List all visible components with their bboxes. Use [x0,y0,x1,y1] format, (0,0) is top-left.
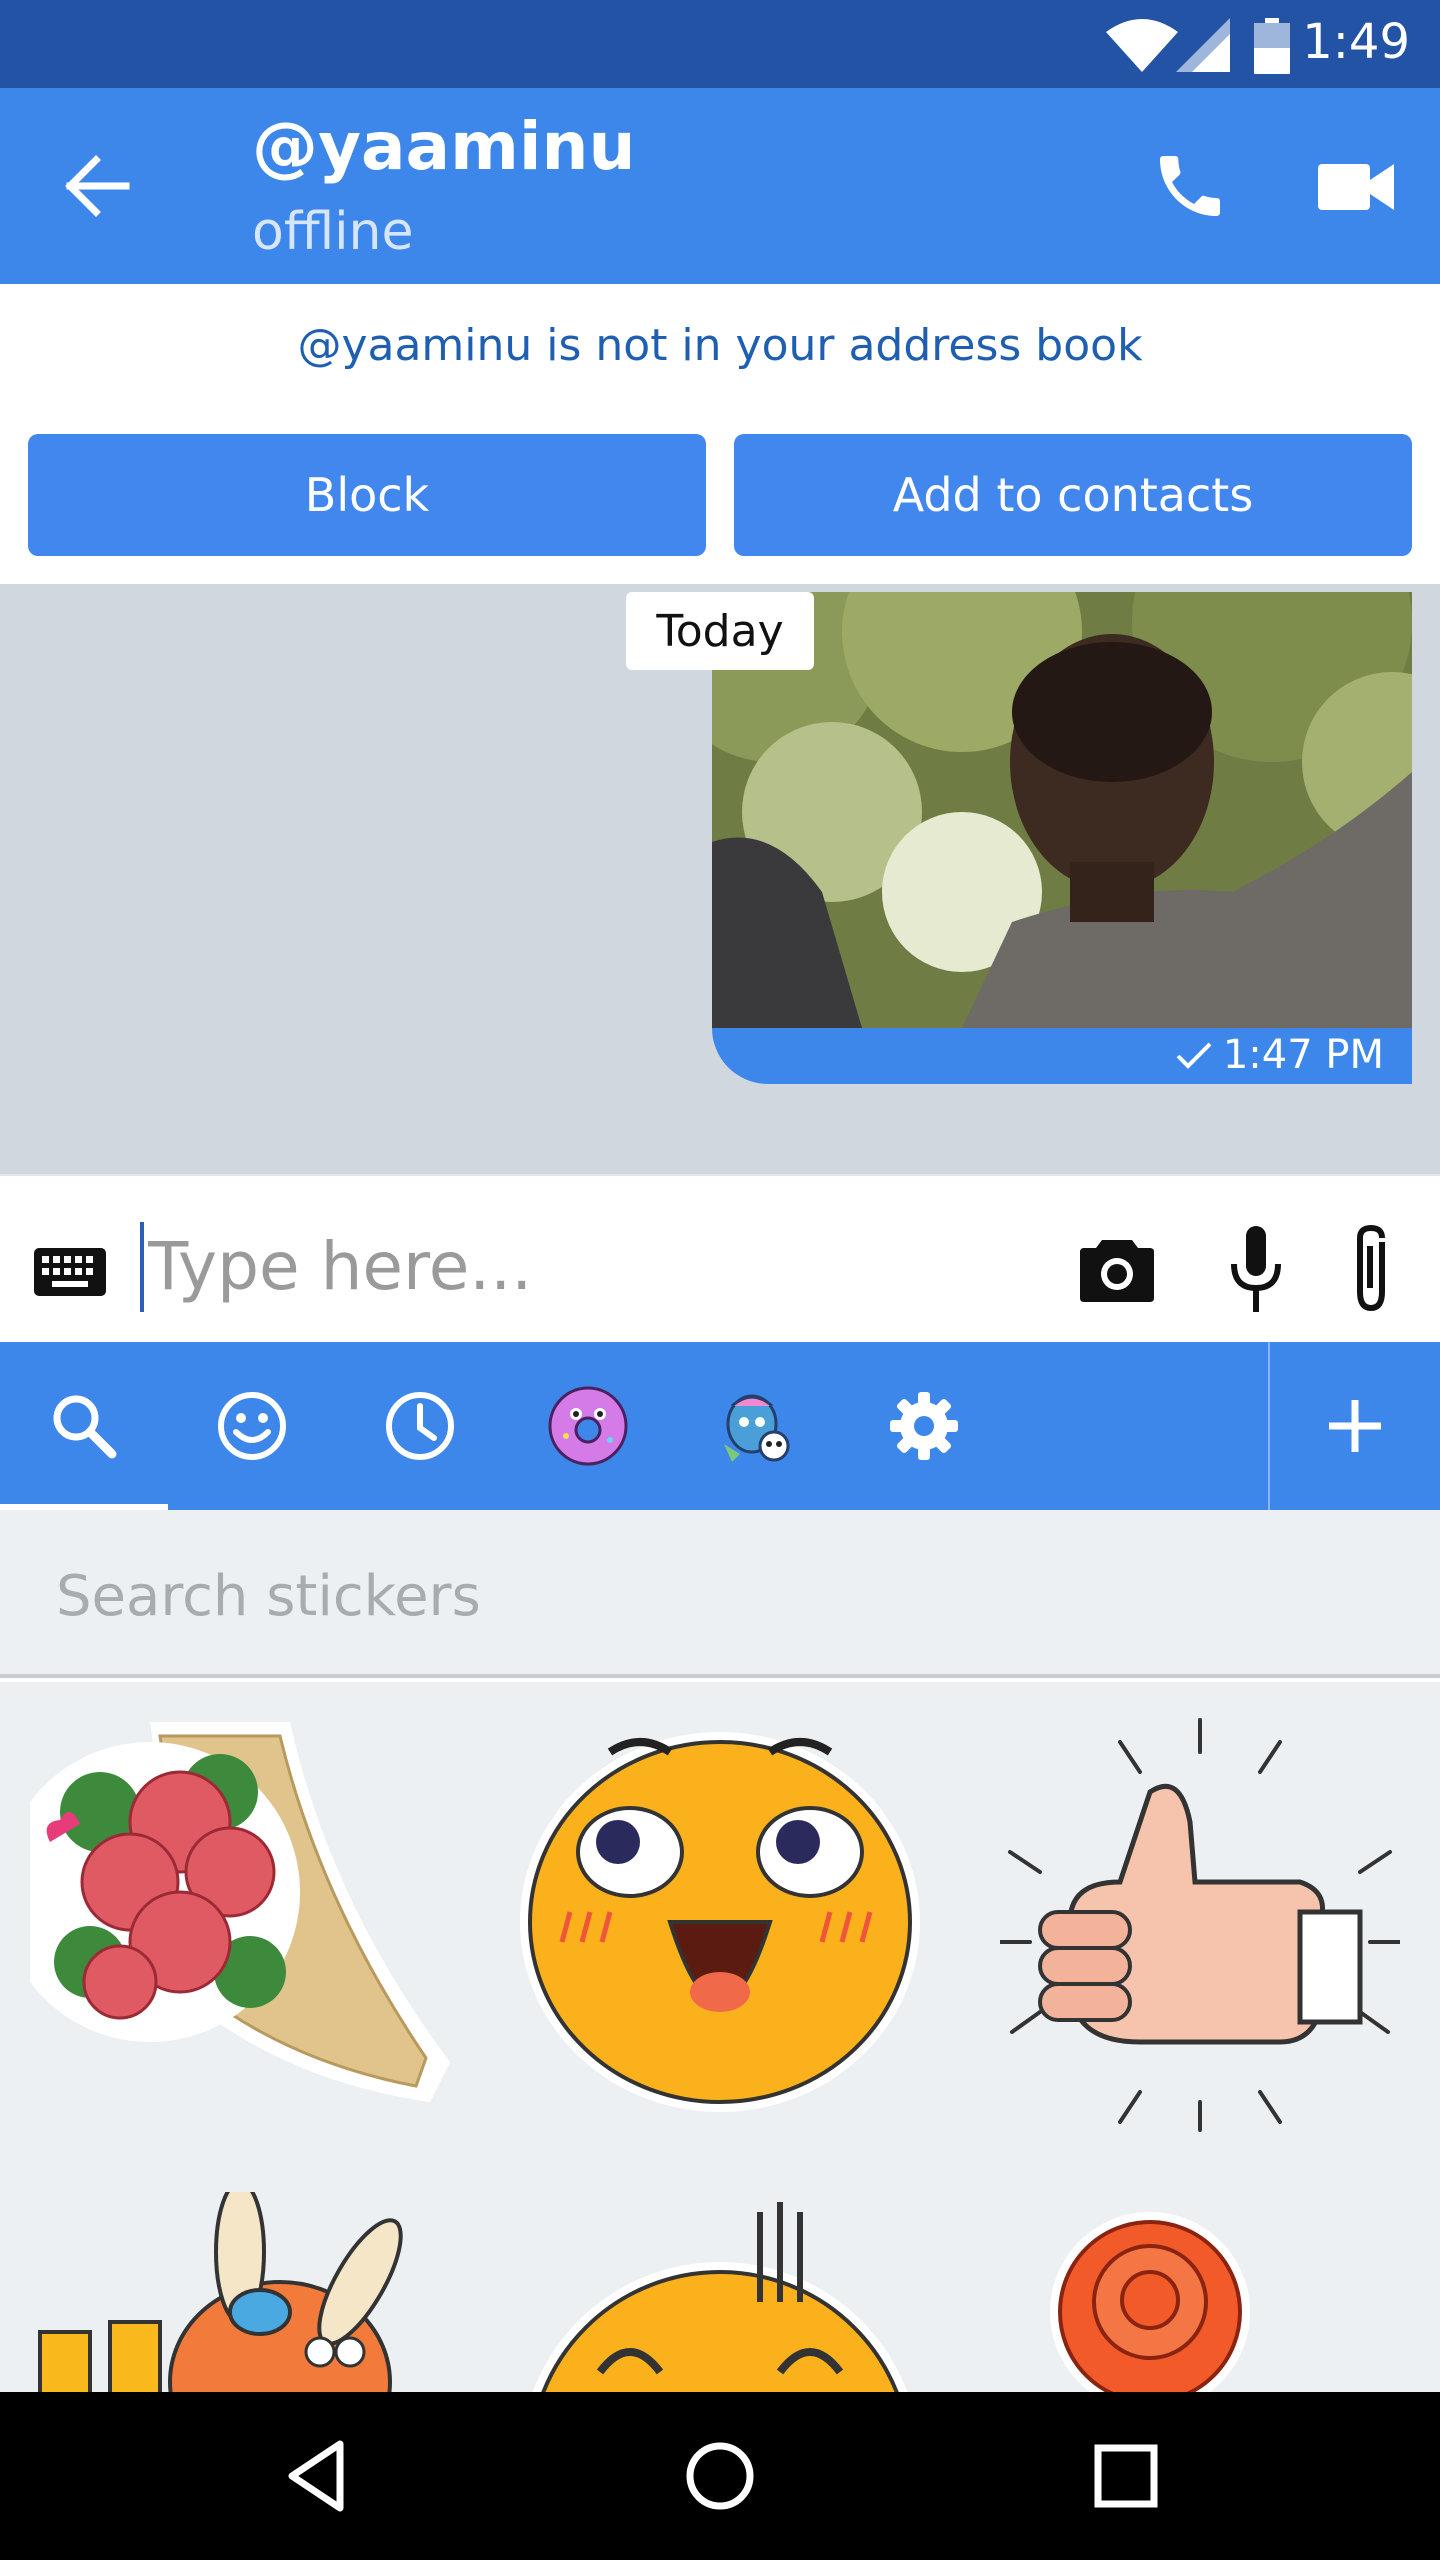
text-caret [140,1222,144,1312]
phone-icon[interactable] [1150,146,1230,226]
plus-icon [1329,1400,1381,1452]
tab-search[interactable] [0,1342,168,1510]
status-bar: 1:49 [0,0,1440,88]
signal-icon [1176,18,1230,72]
monster-sticker-icon [724,1394,790,1462]
message-time: 1:47 PM [1222,1032,1384,1078]
thumbs-up-sticker[interactable] [1000,1712,1400,2132]
photo-message[interactable] [712,592,1412,1028]
tab-recent[interactable] [336,1342,504,1510]
back-triangle-icon[interactable] [278,2434,362,2518]
message-composer [0,1174,1440,1342]
tab-donut-pack[interactable] [504,1342,672,1510]
block-button[interactable]: Block [28,434,706,556]
back-arrow-icon[interactable] [62,150,134,222]
tab-monster-pack[interactable] [672,1342,840,1510]
rose-bouquet-sticker[interactable] [30,1702,450,2122]
gear-icon [890,1392,958,1460]
recents-square-icon[interactable] [1084,2434,1168,2518]
sent-check-icon [1176,1042,1212,1069]
home-circle-icon[interactable] [678,2434,762,2518]
presence-status: offline [252,202,414,262]
sticker-tab-bar [0,1342,1440,1510]
keyboard-icon[interactable] [34,1248,106,1296]
battery-icon [1254,18,1290,74]
message-input[interactable] [148,1216,1028,1316]
red-rose-sticker[interactable] [1040,2192,1340,2392]
notice-message: @yaaminu is not in your address book [297,320,1143,371]
conversation-header: @yaaminu offline [0,88,1440,284]
tab-settings[interactable] [840,1342,1008,1510]
unknown-contact-notice: @yaaminu is not in your address book Blo… [0,284,1440,584]
donut-sticker-icon [548,1386,628,1466]
paperclip-icon[interactable] [1346,1222,1396,1314]
bunny-sticker[interactable] [20,2192,460,2392]
add-to-contacts-button[interactable]: Add to contacts [734,434,1412,556]
system-navigation-bar [0,2392,1440,2560]
clock: 1:49 [1302,14,1410,70]
sticker-grid[interactable] [0,1682,1440,2392]
microphone-icon[interactable] [1228,1226,1284,1312]
clock-icon [386,1392,454,1460]
sticker-search-bar [0,1510,1440,1678]
sweating-face-sticker[interactable] [520,2202,920,2392]
sticker-search-input[interactable] [56,1546,1356,1646]
camera-icon[interactable] [1080,1236,1154,1304]
search-icon [53,1395,117,1459]
wifi-icon [1106,19,1178,72]
message-list[interactable]: 1:47 PM Today [0,584,1440,1174]
contact-name[interactable]: @yaaminu [252,108,635,185]
tab-emoji[interactable] [168,1342,336,1510]
date-chip: Today [626,592,814,670]
smiley-icon [218,1392,286,1460]
video-camera-icon[interactable] [1318,152,1394,222]
photo-image [712,592,1412,1028]
photo-message-footer: 1:47 PM [712,1028,1412,1084]
excited-face-sticker[interactable] [500,1722,940,2142]
add-sticker-pack-button[interactable] [1270,1342,1440,1510]
